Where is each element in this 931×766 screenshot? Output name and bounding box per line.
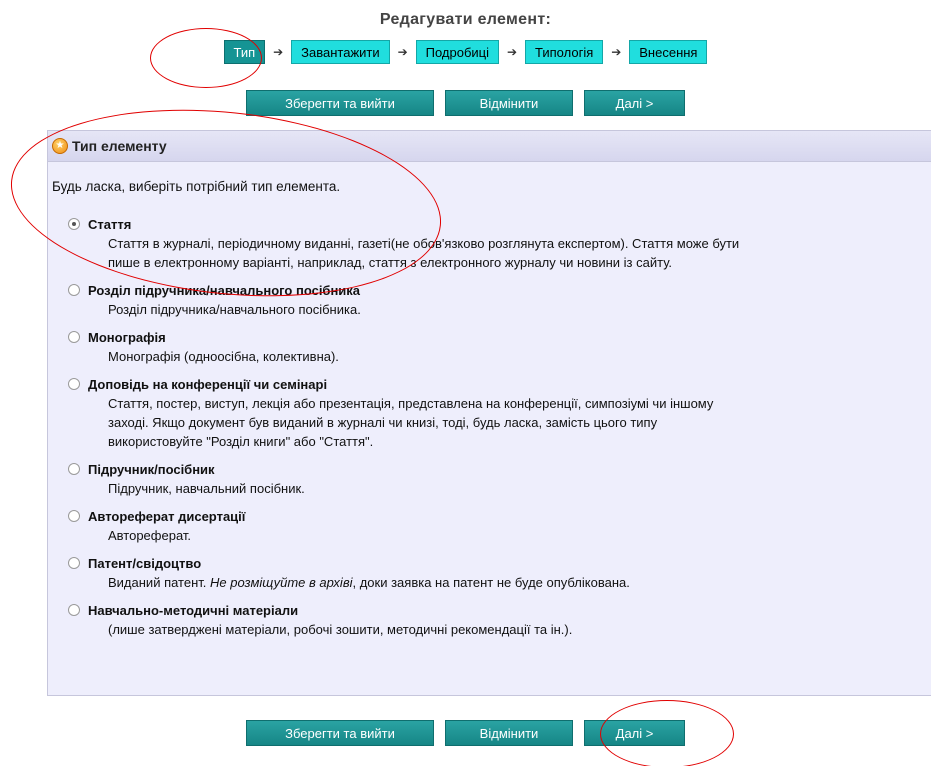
radio-button[interactable] [68, 604, 80, 616]
save-and-exit-button[interactable]: Зберегти та вийти [246, 720, 434, 746]
radio-button[interactable] [68, 218, 80, 230]
radio-button[interactable] [68, 284, 80, 296]
option-description: Автореферат. [108, 528, 192, 543]
option-textbook[interactable]: Підручник/посібник Підручник, навчальний… [48, 460, 931, 498]
option-article[interactable]: Стаття Стаття в журналі, періодичному ви… [48, 215, 931, 272]
arrow-right-icon: ➔ [273, 45, 284, 59]
option-description: Виданий патент. Не розміщуйте в архіві, … [88, 573, 931, 592]
arrow-right-icon: ➔ [611, 45, 622, 59]
option-title: Стаття [88, 217, 132, 232]
cancel-button[interactable]: Відмінити [445, 720, 573, 746]
option-description: Стаття, постер, виступ, лекція або презе… [108, 396, 714, 411]
step-typology[interactable]: Типологія [525, 40, 604, 64]
save-and-exit-button[interactable]: Зберегти та вийти [246, 90, 434, 116]
intro-text: Будь ласка, виберіть потрібний тип елеме… [52, 179, 341, 194]
item-type-options: Стаття Стаття в журналі, періодичному ви… [48, 215, 931, 639]
option-monograph[interactable]: Монографія Монографія (одноосібна, колек… [48, 328, 931, 366]
step-details[interactable]: Подробиці [415, 40, 500, 64]
option-title: Патент/свідоцтво [88, 556, 202, 571]
radio-button[interactable] [68, 557, 80, 569]
item-type-panel: ★ Тип елементу Будь ласка, виберіть потр… [47, 130, 931, 696]
option-title: Розділ підручника/навчального посібника [88, 283, 361, 298]
description-text: Виданий патент. [108, 575, 211, 590]
option-conference-paper[interactable]: Доповідь на конференції чи семінарі Стат… [48, 375, 931, 451]
arrow-right-icon: ➔ [506, 45, 518, 59]
step-deposit[interactable]: Внесення [629, 40, 708, 64]
warning-text: Не розміщуйте в архіві [210, 575, 353, 590]
option-teaching-materials[interactable]: Навчально-методичні матеріали (лише затв… [48, 601, 931, 639]
option-description: Монографія (одноосібна, колективна). [108, 349, 339, 364]
wizard-steps: Тип ➔ Завантажити ➔ Подробиці ➔ Типологі… [0, 40, 931, 64]
option-description: використовуйте "Розділ книги" або "Статт… [108, 434, 374, 449]
option-textbook-chapter[interactable]: Розділ підручника/навчального посібника … [48, 281, 931, 319]
option-title: Навчально-методичні матеріали [88, 603, 299, 618]
radio-button[interactable] [68, 510, 80, 522]
option-description: (лише затверджені матеріали, робочі зоши… [108, 622, 573, 637]
panel-title: Тип елементу [72, 138, 167, 154]
panel-header: ★ Тип елементу [48, 131, 931, 162]
bottom-button-bar: Зберегти та вийти Відмінити Далі > [0, 720, 931, 746]
page-title: Редагувати елемент: [379, 11, 552, 28]
option-description: заході. Якщо документ був виданий в журн… [108, 415, 658, 430]
radio-button[interactable] [68, 331, 80, 343]
option-title: Автореферат дисертації [88, 509, 246, 524]
option-dissertation-abstract[interactable]: Автореферат дисертації Автореферат. [48, 507, 931, 545]
edit-item-page: Редагувати елемент: Тип ➔ Завантажити ➔ … [0, 0, 931, 766]
option-title: Монографія [88, 330, 166, 345]
top-button-bar: Зберегти та вийти Відмінити Далі > [0, 90, 931, 116]
option-title: Доповідь на конференції чи семінарі [88, 377, 328, 392]
star-icon: ★ [52, 138, 68, 154]
next-button[interactable]: Далі > [584, 720, 685, 746]
option-title: Підручник/посібник [88, 462, 215, 477]
next-button[interactable]: Далі > [584, 90, 685, 116]
description-text: , доки заявка на патент не буде опубліко… [352, 575, 630, 590]
option-description: Підручник, навчальний посібник. [108, 481, 305, 496]
radio-button[interactable] [68, 378, 80, 390]
cancel-button[interactable]: Відмінити [445, 90, 573, 116]
option-description: Стаття в журналі, періодичному виданні, … [108, 236, 740, 251]
option-patent[interactable]: Патент/свідоцтво Виданий патент. Не розм… [48, 554, 931, 592]
option-description: пише в електронному варіанті, наприклад,… [108, 255, 673, 270]
option-description: Розділ підручника/навчального посібника. [108, 302, 361, 317]
arrow-right-icon: ➔ [397, 45, 408, 59]
radio-button[interactable] [68, 463, 80, 475]
step-type[interactable]: Тип [223, 40, 266, 64]
step-upload[interactable]: Завантажити [291, 40, 390, 64]
